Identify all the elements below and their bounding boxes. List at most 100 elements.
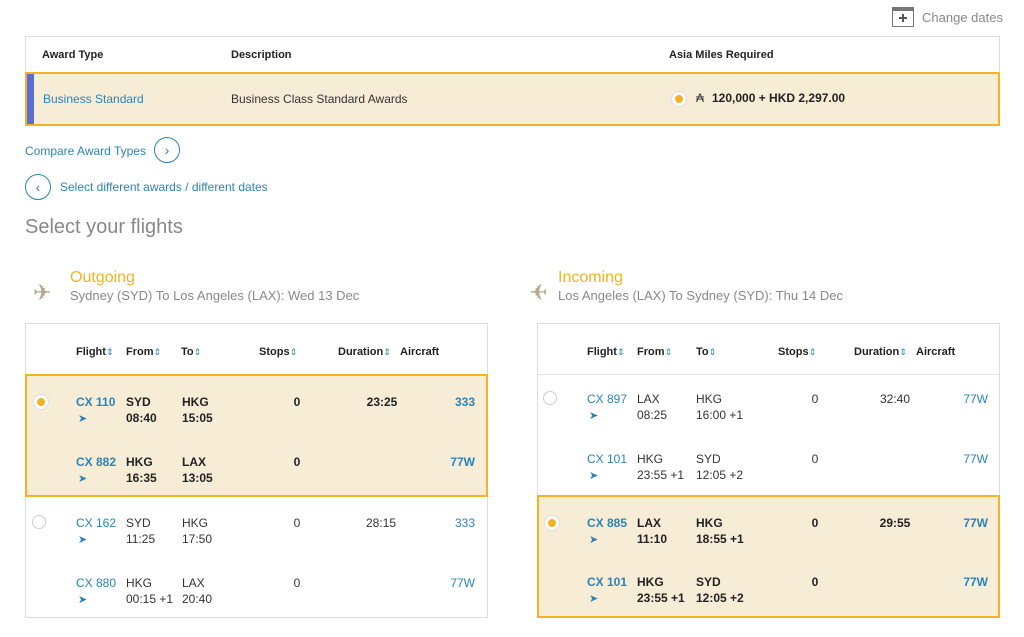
cathay-logo-icon: ➤ xyxy=(589,470,599,482)
chevron-right-icon[interactable]: › xyxy=(154,137,180,163)
sort-icon: ⇕ xyxy=(289,347,298,357)
arrival-time: 12:05 +2 xyxy=(696,591,744,605)
incoming-option-1[interactable]: CX 897 ➤ LAX 08:25 HKG 16:00 +1 0 32:40 … xyxy=(538,374,999,494)
cathay-logo-icon: ➤ xyxy=(589,593,599,605)
aircraft-link[interactable]: 333 xyxy=(427,394,475,410)
departure-time: 11:25 xyxy=(126,532,156,546)
flight-radio[interactable] xyxy=(543,391,557,405)
aircraft-link[interactable]: 77W xyxy=(940,451,988,467)
plane-departure-icon: ✈ xyxy=(33,280,52,305)
stops-value: 0 xyxy=(293,516,301,530)
col-from[interactable]: From⇕ xyxy=(637,346,672,358)
stops-value: 0 xyxy=(293,395,301,409)
duration-value: 32:40 xyxy=(879,392,911,406)
col-flight[interactable]: Flight⇕ xyxy=(76,346,113,358)
asia-miles-icon: ₳ xyxy=(696,91,705,105)
flight-number[interactable]: CX 110 xyxy=(76,394,115,410)
arrival-time: 12:05 +2 xyxy=(696,468,744,482)
award-row-business-standard[interactable]: Business Standard Business Class Standar… xyxy=(25,72,1000,126)
col-stops-label: Stops xyxy=(259,346,290,358)
col-stops[interactable]: Stops⇕ xyxy=(259,346,297,358)
cathay-logo-icon: ➤ xyxy=(78,534,88,546)
flight-number[interactable]: CX 897 xyxy=(587,391,627,407)
aircraft-link[interactable]: 77W xyxy=(427,454,475,470)
cathay-logo-icon: ➤ xyxy=(78,594,88,606)
col-stops[interactable]: Stops⇕ xyxy=(778,346,816,358)
flight-number[interactable]: CX 101 xyxy=(587,574,627,590)
duration-value: 28:15 xyxy=(365,516,397,530)
flight-radio[interactable] xyxy=(32,515,46,529)
aircraft-link[interactable]: 77W xyxy=(940,574,988,590)
award-type-value[interactable]: Business Standard xyxy=(43,92,144,106)
sort-icon: ⇕ xyxy=(105,347,114,357)
col-duration[interactable]: Duration⇕ xyxy=(338,346,391,358)
stops-value: 0 xyxy=(811,575,819,589)
departure-time: 08:40 xyxy=(126,411,157,425)
outgoing-option-2[interactable]: CX 162 ➤ SYD 11:25 HKG 17:50 0 28:15 333… xyxy=(26,499,487,617)
description-header: Description xyxy=(231,49,292,61)
compare-award-types-label: Compare Award Types xyxy=(25,144,146,158)
aircraft-link[interactable]: 77W xyxy=(940,391,988,407)
sort-icon: ⇕ xyxy=(383,347,391,357)
miles-required-value: 120,000 + HKD 2,297.00 xyxy=(712,91,846,105)
change-dates-button[interactable]: Change dates xyxy=(892,7,1003,27)
aircraft-link[interactable]: 77W xyxy=(940,515,988,531)
page-title: Select your flights xyxy=(25,216,183,238)
miles-required-header: Asia Miles Required xyxy=(669,49,774,61)
outgoing-route: Sydney (SYD) To Los Angeles (LAX): Wed 1… xyxy=(70,288,360,303)
sort-icon: ⇕ xyxy=(708,347,717,357)
sort-icon: ⇕ xyxy=(899,347,907,357)
cathay-logo-icon: ➤ xyxy=(589,410,599,422)
aircraft-link[interactable]: 333 xyxy=(427,515,475,531)
to-airport: LAX xyxy=(182,455,206,469)
flight-number[interactable]: CX 162 xyxy=(76,515,116,531)
chevron-left-icon[interactable]: ‹ xyxy=(25,174,51,200)
col-duration[interactable]: Duration⇕ xyxy=(854,346,907,358)
col-duration-label: Duration xyxy=(854,346,900,358)
col-to[interactable]: To⇕ xyxy=(181,346,201,358)
col-to[interactable]: To⇕ xyxy=(696,346,716,358)
to-airport: LAX xyxy=(182,576,205,590)
col-from-label: From xyxy=(637,346,665,358)
flight-radio-selected[interactable] xyxy=(545,516,559,530)
sort-icon: ⇕ xyxy=(808,347,817,357)
outgoing-option-1[interactable]: CX 110 ➤ SYD 08:40 HKG 15:05 0 23:25 333… xyxy=(25,374,488,497)
from-airport: HKG xyxy=(637,575,664,589)
from-airport: SYD xyxy=(126,516,151,530)
from-airport: SYD xyxy=(126,395,151,409)
arrival-time: 16:00 +1 xyxy=(696,408,744,422)
sort-icon: ⇕ xyxy=(664,347,673,357)
col-from[interactable]: From⇕ xyxy=(126,346,161,358)
select-different-awards-link[interactable]: Select different awards / different date… xyxy=(60,180,268,194)
incoming-option-2[interactable]: CX 885 ➤ LAX 11:10 HKG 18:55 +1 0 29:55 … xyxy=(537,495,1000,618)
col-to-label: To xyxy=(696,346,709,358)
arrival-time: 13:05 xyxy=(182,471,213,485)
col-duration-label: Duration xyxy=(338,346,384,358)
award-description-value: Business Class Standard Awards xyxy=(231,92,408,106)
flight-number[interactable]: CX 885 xyxy=(587,515,627,531)
arrival-time: 15:05 xyxy=(182,411,213,425)
cathay-logo-icon: ➤ xyxy=(78,413,88,425)
incoming-label: Incoming xyxy=(558,269,623,286)
col-from-label: From xyxy=(126,346,154,358)
duration-value: 23:25 xyxy=(366,395,398,409)
col-flight-label: Flight xyxy=(587,346,617,358)
stops-value: 0 xyxy=(293,455,301,469)
award-radio-selected[interactable] xyxy=(672,92,686,106)
col-aircraft: Aircraft xyxy=(400,346,440,358)
to-airport: HKG xyxy=(182,395,209,409)
compare-award-types-link[interactable]: Compare Award Types xyxy=(25,144,146,158)
col-flight[interactable]: Flight⇕ xyxy=(587,346,624,358)
flight-number[interactable]: CX 882 xyxy=(76,454,116,470)
flight-number[interactable]: CX 880 xyxy=(76,575,116,591)
calendar-icon xyxy=(892,7,914,27)
departure-time: 23:55 +1 xyxy=(637,591,685,605)
change-dates-label: Change dates xyxy=(922,9,1003,25)
flight-radio-selected[interactable] xyxy=(34,395,48,409)
departure-time: 23:55 +1 xyxy=(637,468,685,482)
col-stops-label: Stops xyxy=(778,346,809,358)
stops-value: 0 xyxy=(293,576,301,590)
flight-number[interactable]: CX 101 xyxy=(587,451,627,467)
stops-value: 0 xyxy=(811,452,819,466)
aircraft-link[interactable]: 77W xyxy=(427,575,475,591)
